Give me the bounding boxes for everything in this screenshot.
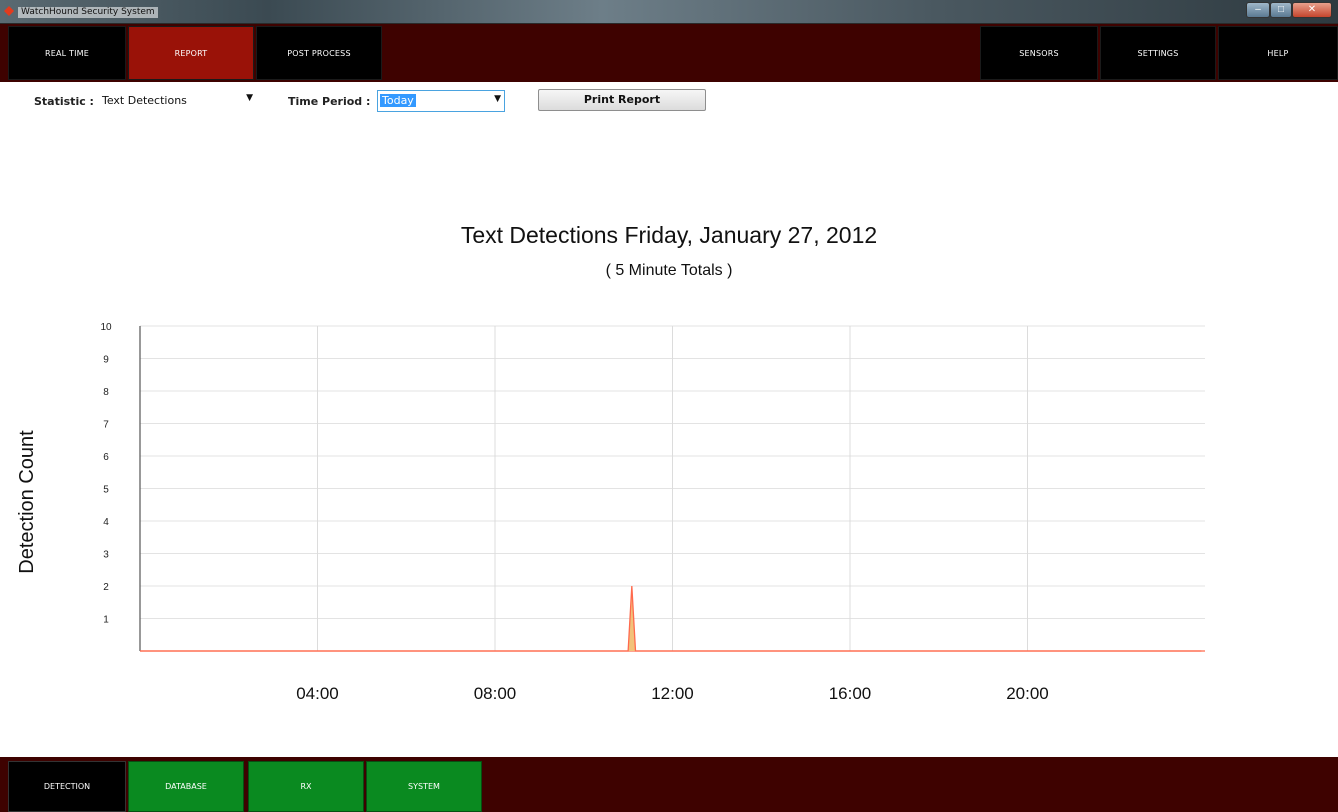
statistic-label: Statistic : <box>34 95 94 108</box>
y-tick-label: 5 <box>103 485 109 496</box>
x-tick-label: 08:00 <box>474 684 517 703</box>
y-tick-label: 6 <box>103 452 109 463</box>
time-period-dropdown[interactable]: Today ▼ <box>377 90 505 112</box>
top-nav-bar: REAL TIME REPORT POST PROCESS SENSORS SE… <box>0 24 1338 82</box>
statistic-dropdown[interactable]: Text Detections ▼ <box>100 90 256 112</box>
nav-real-time-button[interactable]: REAL TIME <box>8 26 126 80</box>
window-controls: – □ ✕ <box>1246 2 1332 20</box>
x-tick-label: 04:00 <box>296 684 339 703</box>
y-tick-label: 7 <box>103 420 109 431</box>
window-title: WatchHound Security System <box>18 7 158 18</box>
y-tick-label: 9 <box>103 355 109 366</box>
statistic-value: Text Detections <box>102 94 187 107</box>
chart-subtitle: ( 5 Minute Totals ) <box>605 262 733 279</box>
y-tick-label: 2 <box>103 582 109 593</box>
y-tick-label: 3 <box>103 550 109 561</box>
bottom-nav-bar: DETECTION DATABASE RX SYSTEM <box>0 757 1338 812</box>
close-button[interactable]: ✕ <box>1292 2 1332 18</box>
app-logo-icon <box>4 6 14 16</box>
nav-help-button[interactable]: HELP <box>1218 26 1338 80</box>
print-report-button[interactable]: Print Report <box>538 89 706 111</box>
x-tick-label: 12:00 <box>651 684 694 703</box>
time-period-value: Today <box>380 94 416 107</box>
tab-detection[interactable]: DETECTION <box>8 761 126 812</box>
x-tick-label: 20:00 <box>1006 684 1049 703</box>
y-tick-label: 4 <box>103 517 109 528</box>
nav-report-button[interactable]: REPORT <box>128 26 254 80</box>
nav-sensors-button[interactable]: SENSORS <box>980 26 1098 80</box>
tab-database[interactable]: DATABASE <box>128 761 244 812</box>
x-tick-label: 16:00 <box>829 684 872 703</box>
title-bar: WatchHound Security System – □ ✕ <box>0 0 1338 24</box>
chart-title: Text Detections Friday, January 27, 2012 <box>460 222 878 248</box>
tab-system[interactable]: SYSTEM <box>366 761 482 812</box>
nav-post-process-button[interactable]: POST PROCESS <box>256 26 382 80</box>
detection-chart: 1 2 3 4 5 6 7 8 9 10 04:00 08:00 12:00 16:00 20:00 <box>100 322 1205 703</box>
chevron-down-icon: ▼ <box>246 93 253 103</box>
y-tick-label: 8 <box>103 387 109 398</box>
tab-rx[interactable]: RX <box>248 761 364 812</box>
maximize-button[interactable]: □ <box>1270 2 1292 18</box>
chevron-down-icon: ▼ <box>494 94 501 104</box>
minimize-button[interactable]: – <box>1246 2 1270 18</box>
nav-settings-button[interactable]: SETTINGS <box>1100 26 1216 80</box>
time-period-label: Time Period : <box>288 95 371 108</box>
y-tick-label: 10 <box>100 322 112 333</box>
y-tick-label: 1 <box>103 615 109 626</box>
